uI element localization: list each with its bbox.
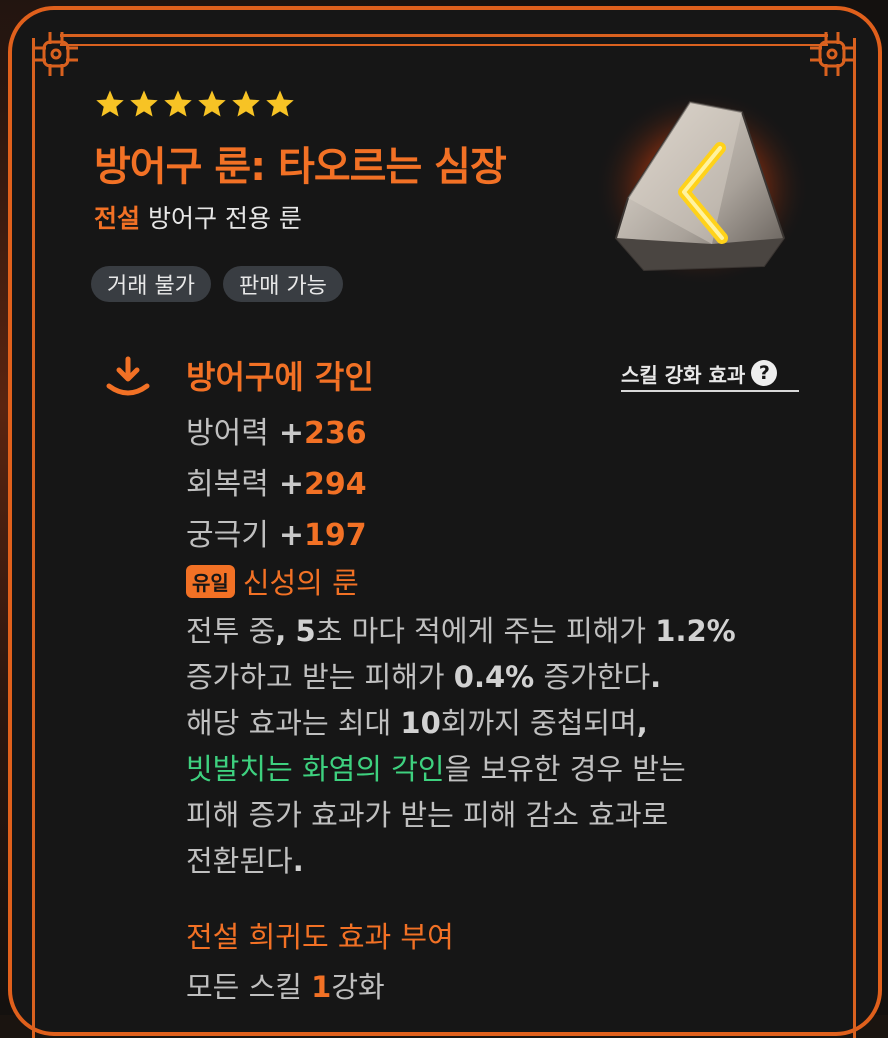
stat-name: 회복력 — [186, 467, 269, 502]
stat-ultimate: 궁극기 +197 — [186, 510, 367, 554]
stat-value: 294 — [303, 467, 367, 502]
item-subtitle: 전설 방어구 전용 룬 — [94, 199, 302, 235]
stat-sign: + — [278, 416, 304, 451]
grade-label: 전설 — [94, 204, 141, 233]
star-icon — [130, 90, 158, 117]
skill-enhance-label: 스킬 강화 효과 — [621, 362, 746, 387]
star-icon — [198, 90, 226, 117]
star-icon — [266, 90, 294, 117]
star-icon — [96, 90, 124, 117]
star-icon — [164, 90, 192, 117]
ornate-frame-top — [60, 34, 828, 46]
stat-name: 방어력 — [186, 416, 269, 451]
unique-badge: 유일 — [186, 564, 235, 598]
skill-enhance-link[interactable]: 스킬 강화 효과 ? — [621, 356, 799, 392]
desc-line: 전투 중, 5초 마다 적에게 주는 피해가 1.2% — [186, 614, 736, 648]
stat-name: 궁극기 — [186, 518, 269, 553]
stat-defense: 방어력 +236 — [186, 408, 367, 452]
star-rating — [94, 88, 296, 120]
desc-line: 빗발치는 화염의 각인을 보유한 경우 받는 — [186, 752, 686, 786]
stat-sign: + — [278, 518, 304, 553]
tag-sellable: 판매 가능 — [222, 266, 343, 302]
stat-recovery: 회복력 +294 — [186, 459, 367, 503]
item-type-label: 방어구 전용 룬 — [148, 204, 302, 233]
stat-value: 197 — [303, 518, 367, 553]
desc-line: 피해 증가 효과가 받는 피해 감소 효과로 — [186, 798, 669, 832]
unique-effect-name: 신성의 룬 — [242, 566, 359, 600]
engrave-section-title: 방어구에 각인 — [186, 358, 374, 396]
desc-line: 증가하고 받는 피해가 0.4% 증가한다. — [186, 660, 662, 694]
rune-stone-icon — [594, 90, 810, 286]
stat-sign: + — [278, 467, 304, 502]
celtic-knot-ornament-icon — [810, 32, 854, 76]
stat-value: 236 — [303, 416, 367, 451]
question-mark-icon[interactable]: ? — [751, 360, 778, 386]
unique-effect-description: 전투 중, 5초 마다 적에게 주는 피해가 1.2% 증가하고 받는 피해가 … — [186, 608, 826, 884]
tag-list: 거래 불가 판매 가능 — [91, 266, 343, 302]
tag-untradeable: 거래 불가 — [91, 266, 211, 302]
grade-effect-line: 모든 스킬 1강화 — [186, 970, 385, 1004]
download-tray-icon — [106, 356, 150, 396]
celtic-knot-ornament-icon — [34, 32, 78, 76]
unique-effect-header: 유일 신성의 룬 — [186, 560, 359, 602]
item-title: 방어구 룬: 타오르는 심장 — [94, 144, 507, 190]
desc-line: 해당 효과는 최대 10회까지 중첩되며, — [186, 706, 648, 740]
star-icon — [232, 90, 260, 117]
desc-line: 전환된다. — [186, 844, 304, 878]
grade-effect-title: 전설 희귀도 효과 부여 — [186, 920, 454, 954]
linked-engraving-name: 빗발치는 화염의 각인 — [186, 752, 445, 786]
